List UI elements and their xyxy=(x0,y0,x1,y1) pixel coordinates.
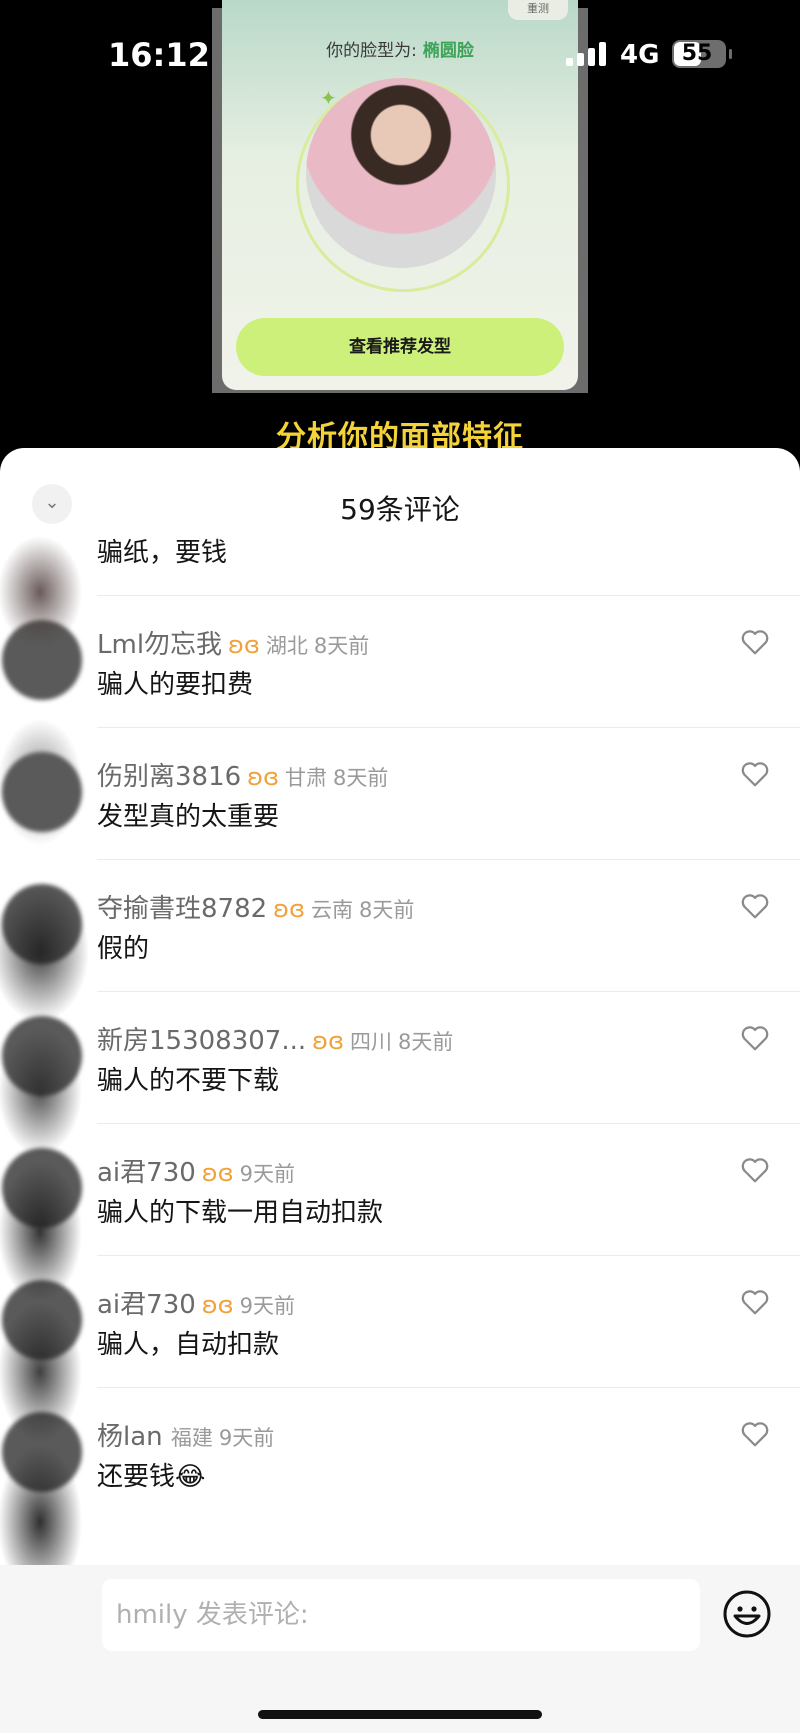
butterfly-badge-icon: ʚɞ xyxy=(247,763,280,791)
comment-time: 8天前 xyxy=(398,1030,454,1054)
butterfly-badge-icon: ʚɞ xyxy=(201,1159,234,1187)
comment-username[interactable]: ai君730 xyxy=(97,1158,196,1188)
comment-username[interactable]: 伤别离3816 xyxy=(97,762,241,792)
heart-outline-icon[interactable] xyxy=(740,1156,770,1184)
retest-label: 重测 xyxy=(527,2,549,15)
signal-icon xyxy=(566,42,608,66)
comment-item[interactable]: 夺揄書珄8782 ʚɞ 云南 8天前 假的 xyxy=(0,860,800,992)
heart-outline-icon[interactable] xyxy=(740,1288,770,1316)
comment-username[interactable]: 新房15308307... xyxy=(97,1026,306,1056)
comment-text: 假的 xyxy=(97,934,150,964)
comment-item[interactable]: ai君730 ʚɞ 9天前 骗人的下载一用自动扣款 xyxy=(0,1124,800,1256)
comment-item[interactable]: ai君730 ʚɞ 9天前 骗人，自动扣款 xyxy=(0,1256,800,1388)
comment-meta: 夺揄書珄8782 ʚɞ 云南 8天前 xyxy=(97,888,420,925)
battery-icon: 55 xyxy=(672,40,732,68)
heart-outline-icon[interactable] xyxy=(740,892,770,920)
avatar[interactable] xyxy=(2,884,82,964)
battery-level: 55 xyxy=(681,41,713,66)
comment-input[interactable]: hmily 发表评论: xyxy=(102,1579,700,1651)
comment-text: 发型真的太重要 xyxy=(97,802,280,832)
comment-composer: hmily 发表评论: xyxy=(0,1565,800,1733)
comment-time: 8天前 xyxy=(313,634,370,658)
comment-username[interactable]: 杨lan xyxy=(97,1422,163,1452)
comment-text: 骗人，自动扣款 xyxy=(97,1330,280,1360)
comment-meta: 伤别离3816 ʚɞ 甘肃 8天前 xyxy=(97,756,394,793)
butterfly-badge-icon: ʚɞ xyxy=(312,1027,345,1055)
avatar[interactable] xyxy=(2,1280,82,1360)
comment-text: 骗人的要扣费 xyxy=(97,670,254,700)
comment-time: 9天前 xyxy=(239,1162,296,1186)
avatar[interactable] xyxy=(2,620,82,700)
comment-text: 骗纸，要钱 xyxy=(97,538,228,568)
home-indicator[interactable] xyxy=(258,1710,542,1719)
comment-region: 甘肃 xyxy=(285,766,328,790)
comment-meta: Lml勿忘我 ʚɞ 湖北 8天前 xyxy=(97,624,375,661)
comment-meta: ai君730 ʚɞ 9天前 xyxy=(97,1152,301,1189)
heart-outline-icon[interactable] xyxy=(740,628,770,656)
comment-item[interactable]: 新房15308307... ʚɞ 四川 8天前 骗人的不要下载 xyxy=(0,992,800,1124)
network-type: 4G xyxy=(620,40,660,70)
comment-item[interactable]: 杨lan 福建 9天前 还要钱😂 xyxy=(0,1388,800,1520)
sheet-header: ⌄ 59条评论 xyxy=(0,448,800,538)
butterfly-badge-icon: ʚɞ xyxy=(228,631,260,659)
retest-icon: 重测 xyxy=(508,0,568,20)
comment-username[interactable]: ai君730 xyxy=(97,1290,196,1320)
heart-outline-icon[interactable] xyxy=(740,1420,770,1448)
comment-item[interactable]: Lml勿忘我 ʚɞ 湖北 8天前 骗人的要扣费 xyxy=(0,596,800,728)
comment-username[interactable]: Lml勿忘我 xyxy=(97,630,222,660)
status-bar: 16:12 4G 55 xyxy=(0,28,800,80)
comment-region: 四川 xyxy=(350,1030,393,1054)
comment-count-title: 59条评论 xyxy=(340,493,460,526)
smiley-icon[interactable] xyxy=(722,1589,772,1639)
comment-sheet: ⌄ 59条评论 骗纸，要钱 Lml勿忘我 ʚɞ 湖北 8天前 骗人的要扣费 伤别离38… xyxy=(0,448,800,1733)
view-hairstyle-button: 查看推荐发型 xyxy=(236,318,564,376)
comment-time: 9天前 xyxy=(239,1294,296,1318)
comment-region: 福建 xyxy=(170,1426,213,1450)
comment-meta: 杨lan 福建 9天前 xyxy=(97,1416,280,1453)
comment-username[interactable]: 夺揄書珄8782 xyxy=(97,894,267,924)
heart-outline-icon[interactable] xyxy=(740,760,770,788)
comment-text: 还要钱😂 xyxy=(97,1462,206,1492)
avatar[interactable] xyxy=(2,1016,82,1096)
comment-time: 8天前 xyxy=(359,898,415,922)
heart-outline-icon[interactable] xyxy=(740,1024,770,1052)
comment-item[interactable]: 骗纸，要钱 xyxy=(0,532,800,596)
comment-time: 8天前 xyxy=(333,766,389,790)
avatar[interactable] xyxy=(2,752,82,832)
avatar[interactable] xyxy=(2,1148,82,1228)
butterfly-badge-icon: ʚɞ xyxy=(273,895,306,923)
sparkle-icon: ✦ xyxy=(320,86,337,110)
comment-meta: 新房15308307... ʚɞ 四川 8天前 xyxy=(97,1020,459,1057)
comment-item[interactable]: 伤别离3816 ʚɞ 甘肃 8天前 发型真的太重要 xyxy=(0,728,800,860)
comment-text: 骗人的下载一用自动扣款 xyxy=(97,1198,384,1228)
butterfly-badge-icon: ʚɞ xyxy=(201,1291,234,1319)
comment-region: 湖北 xyxy=(265,634,308,658)
comment-region: 云南 xyxy=(311,898,354,922)
comment-text: 骗人的不要下载 xyxy=(97,1066,280,1096)
status-time: 16:12 xyxy=(108,36,210,74)
avatar[interactable] xyxy=(2,1412,82,1492)
comment-meta: ai君730 ʚɞ 9天前 xyxy=(97,1284,301,1321)
comment-time: 9天前 xyxy=(218,1426,275,1450)
comment-list[interactable]: 骗纸，要钱 Lml勿忘我 ʚɞ 湖北 8天前 骗人的要扣费 伤别离3816 ʚɞ 甘肃 8天… xyxy=(0,532,800,1597)
